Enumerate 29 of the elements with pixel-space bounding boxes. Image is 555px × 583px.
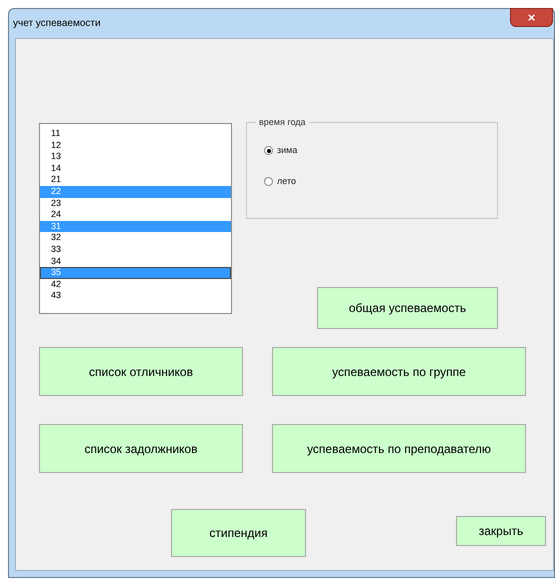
- radio-option[interactable]: зима: [264, 144, 298, 158]
- list-item[interactable]: 12: [40, 140, 231, 152]
- list-item[interactable]: 23: [40, 198, 231, 210]
- radio-button[interactable]: [264, 146, 273, 156]
- window-title: учет успеваемости: [13, 16, 101, 30]
- list-item[interactable]: 33: [40, 244, 231, 256]
- close-button[interactable]: ×: [510, 8, 553, 27]
- list-item[interactable]: 42: [40, 278, 231, 290]
- radio-option[interactable]: лето: [264, 175, 296, 188]
- list-item[interactable]: 43: [40, 290, 231, 302]
- action-button[interactable]: закрыть: [456, 516, 546, 546]
- radio-button[interactable]: [264, 177, 273, 186]
- action-button[interactable]: успеваемость по группе: [272, 347, 526, 396]
- list-item[interactable]: 34: [40, 256, 231, 268]
- list-item[interactable]: 14: [40, 162, 231, 174]
- list-item[interactable]: 13: [40, 151, 231, 163]
- action-button[interactable]: стипендия: [171, 509, 306, 557]
- list-item[interactable]: 32: [40, 232, 231, 244]
- list-item[interactable]: 21: [40, 174, 231, 186]
- radio-label: зима: [277, 144, 298, 157]
- action-button[interactable]: успеваемость по преподавателю: [272, 424, 526, 473]
- action-button[interactable]: список задолжников: [39, 424, 243, 473]
- radio-label: лето: [277, 175, 296, 188]
- action-button[interactable]: список отличников: [39, 347, 243, 396]
- list-item[interactable]: 24: [40, 209, 231, 221]
- list-item[interactable]: 11: [40, 128, 231, 140]
- group-listbox[interactable]: 11 12 13 14 21 22 23 24 31 32 33 34 35 42 43: [39, 123, 232, 314]
- action-button[interactable]: общая успеваемость: [317, 287, 498, 329]
- frame-legend: время года: [256, 117, 309, 127]
